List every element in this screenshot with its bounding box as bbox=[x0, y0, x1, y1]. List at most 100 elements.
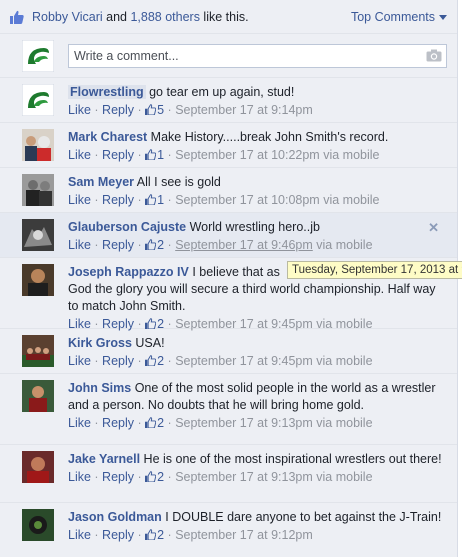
like-count[interactable]: 2 bbox=[145, 354, 164, 368]
comment-timestamp[interactable]: September 17 at 9:12pm bbox=[175, 528, 313, 542]
separator: · bbox=[164, 193, 176, 207]
avatar[interactable] bbox=[22, 174, 54, 206]
reply-link[interactable]: Reply bbox=[102, 193, 134, 207]
comment-text: All I see is gold bbox=[134, 175, 221, 189]
comment-composer: Write a comment... bbox=[0, 34, 457, 78]
thumbs-up-icon bbox=[145, 318, 157, 330]
like-count[interactable]: 1 bbox=[145, 148, 164, 162]
reply-link[interactable]: Reply bbox=[102, 238, 134, 252]
like-suffix-text: like this. bbox=[199, 9, 249, 24]
comment-author-link[interactable]: Sam Meyer bbox=[68, 175, 134, 189]
avatar[interactable] bbox=[22, 129, 54, 161]
comment-timestamp[interactable]: September 17 at 10:08pm bbox=[175, 193, 320, 207]
avatar[interactable] bbox=[22, 84, 54, 116]
comment-author-link[interactable]: Mark Charest bbox=[68, 130, 147, 144]
others-link[interactable]: 1,888 others bbox=[130, 10, 200, 24]
like-link[interactable]: Like bbox=[68, 470, 91, 484]
liker-name-link[interactable]: Robby Vicari bbox=[32, 10, 103, 24]
comment-author-link[interactable]: Kirk Gross bbox=[68, 336, 132, 350]
like-link[interactable]: Like bbox=[68, 354, 91, 368]
reply-link[interactable]: Reply bbox=[102, 103, 134, 117]
separator: · bbox=[90, 354, 103, 368]
reply-link[interactable]: Reply bbox=[102, 528, 134, 542]
separator: · bbox=[164, 416, 176, 430]
like-link[interactable]: Like bbox=[68, 528, 91, 542]
comment-item: Kirk Gross USA! Like · Reply · 2 · Septe… bbox=[0, 329, 457, 374]
comment-text-continued: God the glory you will secure a third wo… bbox=[68, 282, 436, 313]
comment-text: He is one of the most inspirational wres… bbox=[140, 452, 442, 466]
reply-link[interactable]: Reply bbox=[102, 416, 134, 430]
comment-timestamp[interactable]: September 17 at 9:46pm bbox=[175, 238, 313, 252]
thumbs-up-icon bbox=[145, 417, 157, 429]
comment-meta: Like · Reply · 2 · September 17 at 9:46p… bbox=[68, 237, 447, 254]
like-count[interactable]: 2 bbox=[145, 528, 164, 542]
comment-input-placeholder: Write a comment... bbox=[74, 48, 179, 63]
separator: · bbox=[90, 193, 103, 207]
comment-input[interactable]: Write a comment... bbox=[68, 43, 447, 68]
camera-icon[interactable] bbox=[426, 49, 442, 62]
comment-timestamp[interactable]: September 17 at 9:13pm bbox=[175, 416, 313, 430]
like-link[interactable]: Like bbox=[68, 148, 91, 162]
comment-meta: Like · Reply · 1 · September 17 at 10:08… bbox=[68, 192, 447, 209]
via-text: via mobile bbox=[312, 354, 373, 368]
separator: · bbox=[164, 354, 176, 368]
sort-dropdown[interactable]: Top Comments bbox=[351, 10, 447, 24]
avatar[interactable] bbox=[22, 451, 54, 483]
comment-author-link[interactable]: Jake Yarnell bbox=[68, 452, 140, 466]
avatar[interactable] bbox=[22, 380, 54, 412]
comment-item: Sam Meyer All I see is gold Like · Reply… bbox=[0, 168, 457, 213]
comment-author-link[interactable]: Joseph Rappazzo IV bbox=[68, 265, 189, 279]
comment-author-link[interactable]: Jason Goldman bbox=[68, 510, 162, 524]
thumbs-up-icon bbox=[145, 471, 157, 483]
comment-item: Jason Goldman I DOUBLE dare anyone to be… bbox=[0, 503, 457, 557]
separator: · bbox=[90, 528, 103, 542]
separator: · bbox=[134, 148, 146, 162]
like-link[interactable]: Like bbox=[68, 238, 91, 252]
close-icon[interactable]: ✕ bbox=[428, 220, 439, 236]
reply-link[interactable]: Reply bbox=[102, 354, 134, 368]
reply-link[interactable]: Reply bbox=[102, 148, 134, 162]
like-link[interactable]: Like bbox=[68, 193, 91, 207]
comment-item: Mark Charest Make History.....break John… bbox=[0, 123, 457, 168]
separator: · bbox=[164, 238, 176, 252]
separator: · bbox=[134, 354, 146, 368]
like-link[interactable]: Like bbox=[68, 103, 91, 117]
avatar[interactable] bbox=[22, 335, 54, 367]
comment-item: Glauberson Cajuste World wrestling hero.… bbox=[0, 213, 457, 258]
via-text: via mobile bbox=[312, 470, 373, 484]
comment-timestamp[interactable]: September 17 at 9:45pm bbox=[175, 354, 313, 368]
thumbs-up-icon bbox=[145, 104, 157, 116]
comment-meta: Like · Reply · 1 · September 17 at 10:22… bbox=[68, 147, 447, 164]
comment-author-link[interactable]: Glauberson Cajuste bbox=[68, 220, 186, 234]
avatar[interactable] bbox=[22, 219, 54, 251]
comment-author-link[interactable]: Flowrestling bbox=[68, 85, 146, 99]
reply-link[interactable]: Reply bbox=[102, 470, 134, 484]
avatar[interactable] bbox=[22, 264, 54, 296]
comment-text: USA! bbox=[131, 336, 165, 350]
comment-item: John Sims One of the most solid people i… bbox=[0, 374, 457, 445]
like-count[interactable]: 5 bbox=[145, 103, 164, 117]
separator: · bbox=[164, 528, 176, 542]
comment-text: I DOUBLE dare anyone to bet against the … bbox=[161, 510, 442, 524]
comment-meta: Like · Reply · 5 · September 17 at 9:14p… bbox=[68, 102, 447, 119]
comment-meta: Like · Reply · 2 · September 17 at 9:13p… bbox=[68, 415, 447, 432]
comment-author-link[interactable]: John Sims bbox=[68, 381, 131, 395]
via-text: via mobile bbox=[319, 193, 380, 207]
comment-timestamp[interactable]: September 17 at 9:13pm bbox=[175, 470, 313, 484]
like-count[interactable]: 2 bbox=[145, 238, 164, 252]
like-count[interactable]: 1 bbox=[145, 193, 164, 207]
sort-label: Top Comments bbox=[350, 9, 435, 24]
like-link[interactable]: Like bbox=[68, 416, 91, 430]
separator: · bbox=[90, 238, 103, 252]
separator: · bbox=[164, 103, 176, 117]
thumbs-up-icon bbox=[145, 194, 157, 206]
comment-timestamp[interactable]: September 17 at 9:14pm bbox=[175, 103, 313, 117]
chevron-down-icon bbox=[439, 15, 447, 20]
like-count[interactable]: 2 bbox=[145, 470, 164, 484]
avatar[interactable] bbox=[22, 509, 54, 541]
comment-timestamp[interactable]: September 17 at 10:22pm bbox=[175, 148, 320, 162]
like-count[interactable]: 2 bbox=[145, 416, 164, 430]
thumbs-up-icon bbox=[145, 529, 157, 541]
separator: · bbox=[134, 193, 146, 207]
separator: · bbox=[90, 416, 103, 430]
